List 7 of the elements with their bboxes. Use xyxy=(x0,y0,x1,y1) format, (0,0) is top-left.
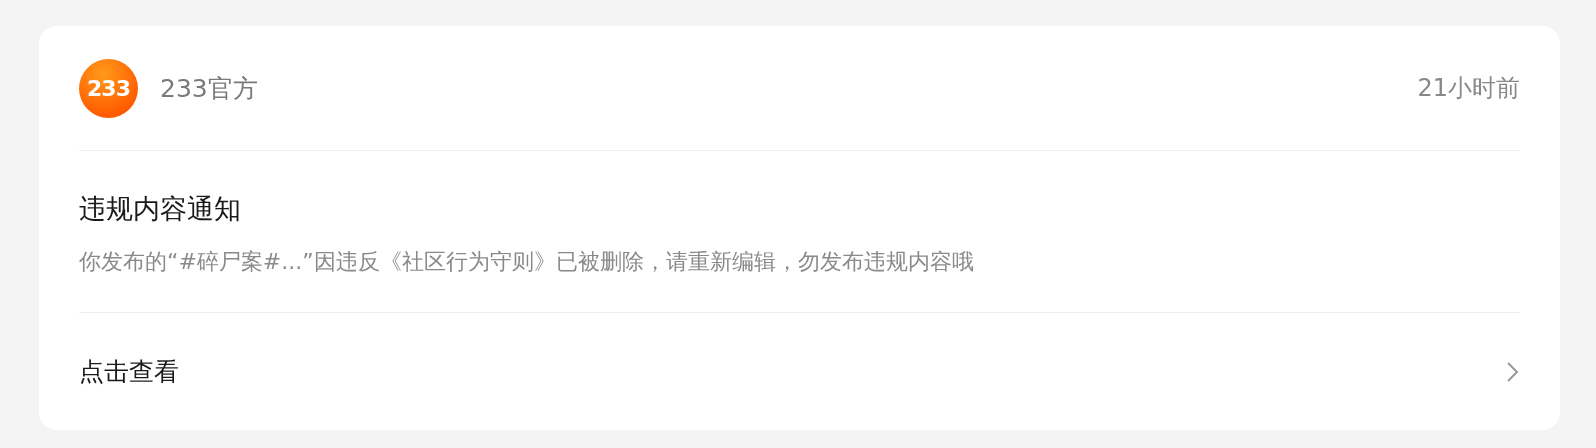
sender-name: 233官方 xyxy=(160,72,258,105)
notice-body: 你发布的“#碎尸案#...”因违反《社区行为守则》已被删除，请重新编辑，勿发布违规内容哦 xyxy=(79,247,975,276)
chevron-right-icon[interactable] xyxy=(1506,360,1520,383)
timestamp: 21小时前 xyxy=(1417,73,1520,104)
logo: 233 xyxy=(79,58,138,118)
notice-title: 违规内容通知 xyxy=(79,191,242,226)
view-link[interactable]: 点击查看 xyxy=(79,355,179,388)
